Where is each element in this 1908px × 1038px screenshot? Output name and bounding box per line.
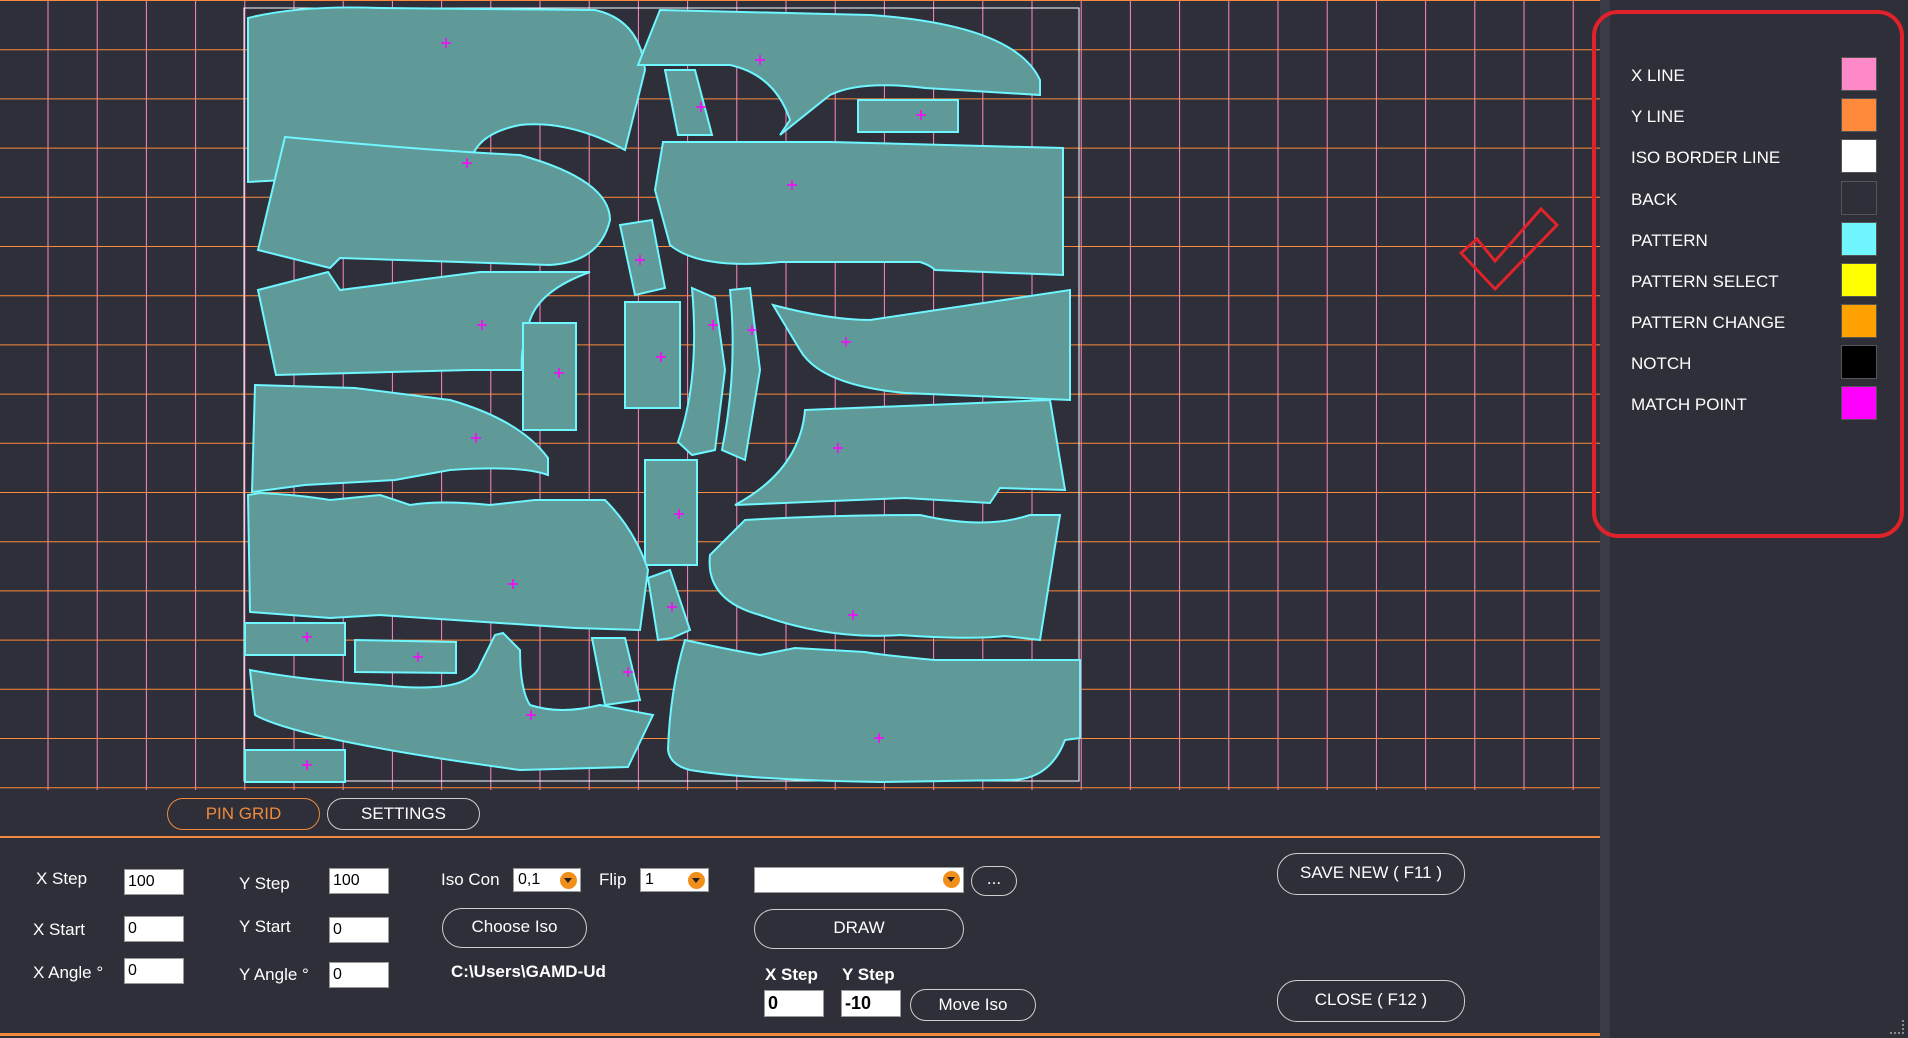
flip-select[interactable]: 1 (640, 868, 709, 892)
chevron-down-icon[interactable] (688, 872, 705, 889)
move-x-step-label: X Step (765, 965, 818, 984)
legend-label: MATCH POINT (1631, 395, 1747, 414)
browse-button[interactable]: ... (971, 866, 1017, 896)
marker-svg[interactable] (0, 0, 1600, 790)
legend-row[interactable]: X LINE (1631, 57, 1877, 93)
legend-label: BACK (1631, 190, 1678, 209)
move-iso-button[interactable]: Move Iso (910, 989, 1036, 1021)
legend-label: Y LINE (1631, 107, 1685, 126)
pattern-piece[interactable] (256, 135, 612, 270)
x-step-label: X Step (36, 869, 88, 888)
check-icon[interactable] (1455, 205, 1565, 300)
move-y-step-input[interactable] (841, 990, 901, 1017)
pattern-piece[interactable] (676, 286, 727, 457)
iso-path-text: C:\Users\GAMD-Ud (451, 962, 606, 981)
pattern-piece[interactable] (663, 69, 714, 136)
pattern-piece[interactable] (857, 99, 959, 133)
marker-canvas[interactable] (0, 0, 1600, 790)
y-step-label: Y Step (239, 874, 290, 893)
legend-row[interactable]: Y LINE (1631, 98, 1877, 134)
legend-row[interactable]: PATTERN (1631, 222, 1877, 258)
pattern-pieces[interactable] (244, 6, 1081, 784)
legend-row[interactable]: BACK (1631, 181, 1877, 217)
color-swatch[interactable] (1841, 181, 1877, 215)
legend-label: PATTERN (1631, 231, 1708, 250)
pattern-piece[interactable] (618, 218, 667, 297)
save-new-button[interactable]: SAVE NEW ( F11 ) (1277, 853, 1465, 895)
legend-row[interactable]: MATCH POINT (1631, 386, 1877, 422)
x-angle-input[interactable] (124, 958, 184, 984)
color-swatch[interactable] (1841, 98, 1877, 132)
pattern-piece[interactable] (720, 286, 762, 462)
choose-iso-button[interactable]: Choose Iso (442, 908, 587, 948)
color-swatch[interactable] (1841, 263, 1877, 297)
tab-settings[interactable]: SETTINGS (327, 798, 480, 830)
color-swatch[interactable] (1841, 57, 1877, 91)
legend-row[interactable]: PATTERN CHANGE (1631, 304, 1877, 340)
pattern-piece[interactable] (522, 322, 577, 431)
pattern-piece[interactable] (250, 383, 549, 494)
pattern-piece[interactable] (644, 459, 698, 566)
move-x-step-input[interactable] (764, 990, 824, 1017)
color-swatch[interactable] (1841, 386, 1877, 420)
legend-row[interactable]: NOTCH (1631, 345, 1877, 381)
pin-grid-controls: X Step Y Step X Start Y Start X Angle ° … (0, 836, 1600, 1036)
chevron-down-icon[interactable] (943, 871, 960, 888)
legend-label: ISO BORDER LINE (1631, 148, 1781, 167)
iso-con-select[interactable]: 0,1 (513, 868, 581, 892)
pattern-piece[interactable] (244, 622, 346, 656)
close-button[interactable]: CLOSE ( F12 ) (1277, 980, 1465, 1022)
x-start-label: X Start (33, 920, 85, 939)
color-swatch[interactable] (1841, 139, 1877, 173)
legend-row[interactable]: ISO BORDER LINE (1631, 139, 1877, 175)
y-angle-input[interactable] (329, 962, 389, 988)
tab-pin-grid[interactable]: PIN GRID (167, 798, 320, 830)
iso-con-value: 0,1 (518, 871, 541, 888)
color-swatch[interactable] (1841, 222, 1877, 256)
pattern-piece[interactable] (646, 568, 692, 642)
legend-label: X LINE (1631, 66, 1685, 85)
pattern-piece[interactable] (770, 288, 1071, 402)
pattern-piece[interactable] (246, 491, 650, 632)
pattern-piece[interactable] (666, 638, 1081, 784)
resize-grip-icon[interactable] (1890, 1020, 1904, 1034)
move-y-step-label: Y Step (842, 965, 895, 984)
x-start-input[interactable] (124, 916, 184, 942)
pattern-piece[interactable] (734, 398, 1067, 506)
legend-label: PATTERN CHANGE (1631, 313, 1786, 332)
color-swatch[interactable] (1841, 304, 1877, 338)
tab-bar: PIN GRID SETTINGS (0, 790, 1600, 836)
iso-con-label: Iso Con (441, 870, 500, 889)
y-step-input[interactable] (329, 868, 389, 894)
flip-label: Flip (599, 870, 627, 889)
pattern-piece[interactable] (708, 513, 1062, 642)
legend-label: NOTCH (1631, 354, 1692, 373)
color-swatch[interactable] (1841, 345, 1877, 379)
y-start-input[interactable] (329, 917, 389, 943)
chevron-down-icon[interactable] (560, 872, 577, 889)
iso-file-select[interactable] (754, 867, 964, 893)
pattern-piece[interactable] (354, 638, 457, 675)
x-angle-label: X Angle ° (33, 963, 104, 982)
legend-row[interactable]: PATTERN SELECT (1631, 263, 1877, 299)
flip-value: 1 (645, 871, 654, 888)
y-angle-label: Y Angle ° (239, 965, 309, 984)
x-step-input[interactable] (124, 869, 184, 895)
pattern-piece[interactable] (244, 749, 346, 783)
pattern-piece[interactable] (624, 301, 681, 409)
draw-button[interactable]: DRAW (754, 909, 964, 949)
legend-label: PATTERN SELECT (1631, 272, 1779, 291)
y-start-label: Y Start (239, 917, 291, 936)
pattern-piece[interactable] (653, 141, 1064, 277)
